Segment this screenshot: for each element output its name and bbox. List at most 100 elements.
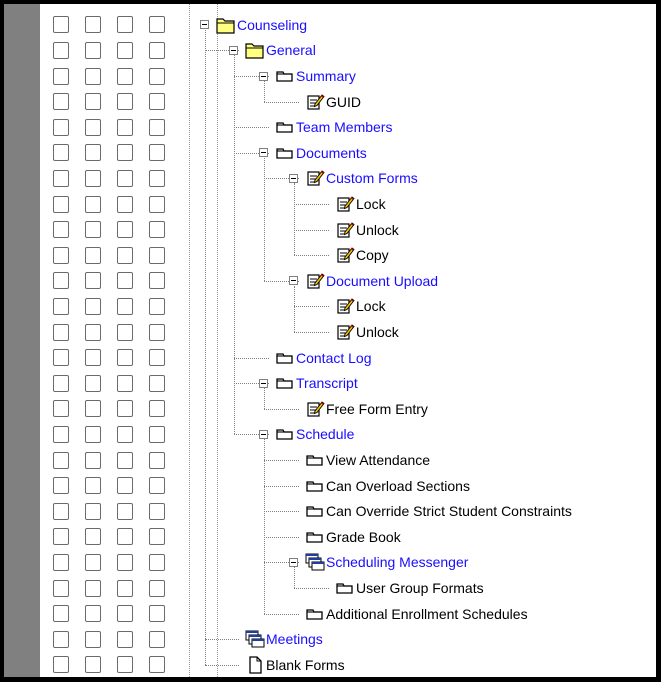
permission-checkbox[interactable] <box>85 67 101 85</box>
permission-checkbox[interactable] <box>149 297 165 315</box>
permission-checkbox[interactable] <box>85 349 101 367</box>
permission-checkbox[interactable] <box>85 169 101 187</box>
permission-checkbox[interactable] <box>117 195 133 213</box>
collapse-toggle-icon[interactable] <box>289 276 298 286</box>
collapse-toggle-icon[interactable] <box>289 173 298 183</box>
permission-checkbox[interactable] <box>85 656 101 674</box>
tree-link[interactable]: Documents <box>296 145 367 161</box>
tree-link[interactable]: Document Upload <box>326 273 438 289</box>
permission-checkbox[interactable] <box>117 272 133 290</box>
permission-checkbox[interactable] <box>53 630 69 648</box>
permission-checkbox[interactable] <box>53 67 69 85</box>
tree-link[interactable]: Scheduling Messenger <box>326 554 468 570</box>
tree-link[interactable]: Schedule <box>296 426 354 442</box>
permission-checkbox[interactable] <box>53 502 69 520</box>
permission-checkbox[interactable] <box>85 425 101 443</box>
permission-checkbox[interactable] <box>117 477 133 495</box>
permission-checkbox[interactable] <box>85 400 101 418</box>
permission-checkbox[interactable] <box>85 605 101 623</box>
permission-checkbox[interactable] <box>117 16 133 34</box>
permission-checkbox[interactable] <box>149 323 165 341</box>
permission-checkbox[interactable] <box>149 195 165 213</box>
permission-checkbox[interactable] <box>85 477 101 495</box>
permission-checkbox[interactable] <box>149 400 165 418</box>
permission-checkbox[interactable] <box>149 16 165 34</box>
permission-checkbox[interactable] <box>149 553 165 571</box>
permission-checkbox[interactable] <box>117 67 133 85</box>
permission-checkbox[interactable] <box>149 451 165 469</box>
permission-checkbox[interactable] <box>117 221 133 239</box>
permission-checkbox[interactable] <box>85 118 101 136</box>
permission-checkbox[interactable] <box>117 169 133 187</box>
permission-checkbox[interactable] <box>85 246 101 264</box>
permission-checkbox[interactable] <box>117 656 133 674</box>
collapse-toggle-icon[interactable] <box>200 20 209 30</box>
permission-checkbox[interactable] <box>149 630 165 648</box>
permission-checkbox[interactable] <box>117 349 133 367</box>
tree-link[interactable]: Team Members <box>296 119 392 135</box>
permission-checkbox[interactable] <box>85 195 101 213</box>
permission-checkbox[interactable] <box>85 93 101 111</box>
tree-link[interactable]: Transcript <box>296 375 358 391</box>
permission-checkbox[interactable] <box>117 451 133 469</box>
permission-checkbox[interactable] <box>149 67 165 85</box>
permission-checkbox[interactable] <box>149 528 165 546</box>
permission-checkbox[interactable] <box>149 425 165 443</box>
permission-checkbox[interactable] <box>117 374 133 392</box>
permission-checkbox[interactable] <box>85 144 101 162</box>
permission-checkbox[interactable] <box>85 221 101 239</box>
permission-checkbox[interactable] <box>53 477 69 495</box>
permission-checkbox[interactable] <box>53 16 69 34</box>
permission-checkbox[interactable] <box>53 425 69 443</box>
permission-checkbox[interactable] <box>149 118 165 136</box>
permission-checkbox[interactable] <box>149 656 165 674</box>
permission-checkbox[interactable] <box>149 221 165 239</box>
permission-checkbox[interactable] <box>85 16 101 34</box>
collapse-toggle-icon[interactable] <box>259 429 268 439</box>
permission-checkbox[interactable] <box>53 41 69 59</box>
permission-checkbox[interactable] <box>53 195 69 213</box>
permission-checkbox[interactable] <box>85 323 101 341</box>
permission-checkbox[interactable] <box>117 400 133 418</box>
permission-checkbox[interactable] <box>85 528 101 546</box>
tree-link[interactable]: Counseling <box>237 17 307 33</box>
collapse-toggle-icon[interactable] <box>259 148 268 158</box>
permission-checkbox[interactable] <box>149 93 165 111</box>
permission-checkbox[interactable] <box>53 323 69 341</box>
permission-checkbox[interactable] <box>117 630 133 648</box>
permission-checkbox[interactable] <box>149 169 165 187</box>
permission-checkbox[interactable] <box>85 630 101 648</box>
permission-checkbox[interactable] <box>85 41 101 59</box>
permission-checkbox[interactable] <box>53 272 69 290</box>
permission-checkbox[interactable] <box>117 93 133 111</box>
permission-checkbox[interactable] <box>53 579 69 597</box>
permission-checkbox[interactable] <box>53 656 69 674</box>
permission-checkbox[interactable] <box>53 297 69 315</box>
permission-checkbox[interactable] <box>53 349 69 367</box>
permission-checkbox[interactable] <box>85 451 101 469</box>
permission-checkbox[interactable] <box>117 41 133 59</box>
permission-checkbox[interactable] <box>117 144 133 162</box>
permission-checkbox[interactable] <box>149 477 165 495</box>
collapse-toggle-icon[interactable] <box>259 378 268 388</box>
permission-checkbox[interactable] <box>149 41 165 59</box>
permission-checkbox[interactable] <box>149 144 165 162</box>
permission-checkbox[interactable] <box>85 579 101 597</box>
permission-checkbox[interactable] <box>117 118 133 136</box>
permission-checkbox[interactable] <box>53 144 69 162</box>
permission-checkbox[interactable] <box>117 502 133 520</box>
permission-checkbox[interactable] <box>85 272 101 290</box>
permission-checkbox[interactable] <box>149 246 165 264</box>
permission-checkbox[interactable] <box>117 425 133 443</box>
collapse-toggle-icon[interactable] <box>289 557 298 567</box>
collapse-toggle-icon[interactable] <box>259 71 268 81</box>
permission-checkbox[interactable] <box>53 118 69 136</box>
permission-checkbox[interactable] <box>53 451 69 469</box>
permission-checkbox[interactable] <box>53 246 69 264</box>
permission-checkbox[interactable] <box>53 374 69 392</box>
permission-checkbox[interactable] <box>53 93 69 111</box>
permission-checkbox[interactable] <box>117 528 133 546</box>
permission-checkbox[interactable] <box>53 169 69 187</box>
permission-checkbox[interactable] <box>53 605 69 623</box>
tree-link[interactable]: Meetings <box>266 631 323 647</box>
